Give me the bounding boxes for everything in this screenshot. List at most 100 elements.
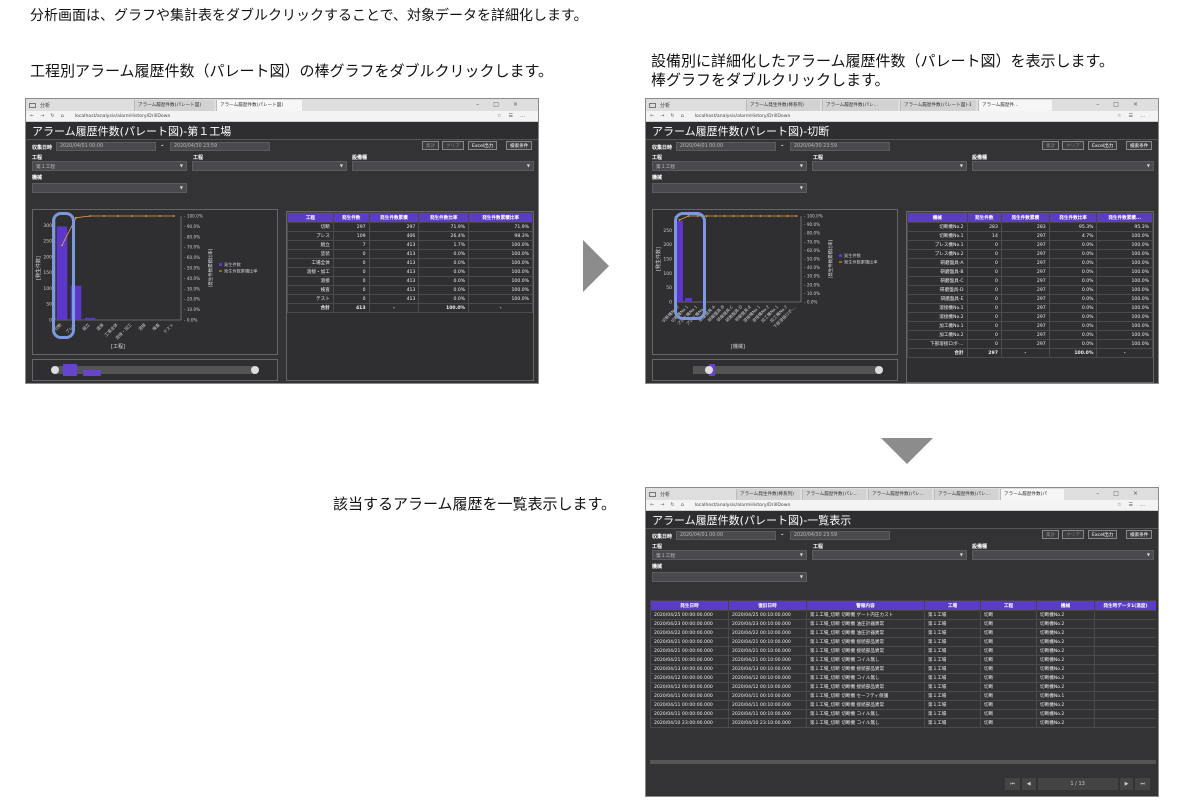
table-row[interactable]: 溶接機No.1 0 297 0.0% 100.0%	[907, 303, 1153, 313]
url-field[interactable]: localhost/analysis/alarmHistory/DrillDow…	[75, 114, 171, 119]
range-navigator-graphic[interactable]	[33, 360, 277, 380]
cumulative-point[interactable]	[117, 215, 119, 217]
table-row[interactable]: 組立 7 413 1.7% 100.0%	[287, 240, 533, 250]
column-header[interactable]: 復旧日時	[728, 600, 807, 611]
cumulative-point[interactable]	[786, 215, 789, 217]
table-row[interactable]: 2020/04/10 23:00:00.000 2020/04/10 23:10:…	[650, 718, 1156, 728]
horizontal-scrollbar[interactable]	[650, 760, 1156, 764]
nav-buttons-icon[interactable]: ←→↻⌂	[30, 113, 70, 119]
browser-tab[interactable]: アラーム発生件数(棒系列)	[746, 100, 820, 111]
aggregate-button[interactable]: 集計	[1042, 530, 1060, 539]
equipment-type-select[interactable]: ▼	[972, 161, 1154, 171]
table-row[interactable]: 塗装 0 413 0.0% 100.0%	[287, 249, 533, 259]
table-row[interactable]: 切断機No.2 283 283 95.3% 95.3%	[907, 222, 1153, 232]
browser-tools-icon[interactable]: ☆☰…	[1117, 502, 1152, 508]
table-row[interactable]: 研磨盤具-B 0 297 0.0% 100.0%	[907, 267, 1153, 277]
column-header[interactable]: 発生件数累積	[368, 212, 420, 223]
table-row[interactable]: 加工機No.1 0 297 0.0% 100.0%	[907, 321, 1153, 331]
table-row[interactable]: 研磨盤具-A 0 297 0.0% 100.0%	[907, 258, 1153, 268]
cumulative-point[interactable]	[131, 215, 133, 217]
table-row[interactable]: 2020/04/22 00:00:00.000 2020/04/22 00:10:…	[650, 628, 1156, 638]
table-row[interactable]: プレス 109 406 26.4% 98.3%	[287, 231, 533, 241]
table-row[interactable]: 2020/04/23 00:00:00.000 2020/04/23 00:10:…	[650, 619, 1156, 629]
process-select[interactable]: 第１工程 ▼	[652, 550, 807, 560]
cumulative-point[interactable]	[714, 215, 717, 217]
window-controls-icon[interactable]: –□×	[1096, 101, 1152, 108]
nav-buttons-icon[interactable]: ←→↻⌂	[650, 502, 690, 508]
browser-tab[interactable]: アラーム履歴件数(パレート図)-1	[900, 100, 976, 111]
window-controls-icon[interactable]: –□×	[476, 101, 532, 108]
table-row[interactable]: 2020/04/11 00:00:00.000 2020/04/11 00:10:…	[650, 700, 1156, 710]
search-button[interactable]: 検索条件	[506, 141, 533, 150]
column-header[interactable]: 発生時データ1(温度)	[1094, 600, 1156, 611]
clear-button[interactable]: クリア	[1062, 141, 1084, 150]
table-row[interactable]: 溶接・加工 0 413 0.0% 100.0%	[287, 267, 533, 277]
cumulative-point[interactable]	[75, 216, 77, 219]
nav-buttons-icon[interactable]: ←→↻⌂	[650, 113, 690, 119]
column-header[interactable]: 警報内容	[806, 600, 925, 611]
browser-tab-active[interactable]: アラーム履歴件数(パレート図)	[216, 100, 302, 111]
excel-button[interactable]: Excel出力	[468, 141, 498, 150]
browser-tab-active[interactable]: アラーム履歴件数(パ	[1000, 489, 1064, 500]
column-header[interactable]: 機械	[907, 212, 968, 223]
date-to-input[interactable]: 2020/04/30 23:59	[170, 142, 270, 151]
range-track[interactable]	[693, 366, 879, 374]
cumulative-point[interactable]	[750, 215, 753, 217]
cumulative-point[interactable]	[173, 215, 175, 217]
table-row[interactable]: 2020/04/12 00:00:00.000 2020/04/12 00:10:…	[650, 682, 1156, 692]
column-header[interactable]: 発生件数累積	[1000, 212, 1050, 223]
date-to-input[interactable]: 2020/04/30 23:59	[790, 142, 890, 151]
clear-button[interactable]: クリア	[442, 141, 464, 150]
table-row[interactable]: 2020/04/21 00:00:00.000 2020/04/21 00:10:…	[650, 646, 1156, 656]
table-row[interactable]: 切断機No.1 14 297 4.7% 100.0%	[907, 231, 1153, 241]
clear-button[interactable]: クリア	[1062, 530, 1084, 539]
table-row[interactable]: 2020/04/11 00:00:00.000 2020/04/11 00:10:…	[650, 691, 1156, 701]
cumulative-point[interactable]	[732, 215, 735, 217]
date-from-input[interactable]: 2020/04/01 00:00	[676, 142, 776, 151]
table-row[interactable]: 工場全体 0 413 0.0% 100.0%	[287, 258, 533, 268]
url-field[interactable]: localhost/analysis/alarmHistory/DrillDow…	[695, 114, 791, 119]
search-button[interactable]: 検索条件	[1126, 141, 1153, 150]
table-row[interactable]: プレス機No.2 0 297 0.0% 100.0%	[907, 249, 1153, 259]
equipment-type-select[interactable]: ▼	[972, 550, 1154, 560]
column-header[interactable]: 発生件数	[332, 212, 370, 223]
browser-tab[interactable]: アラーム発生件数(棒系列)	[736, 489, 800, 500]
alarm-list-table[interactable]: 発生日時 復旧日時 警報内容 工場 工程 機械 発生時データ1(温度) 2020/04/25 …	[650, 600, 1156, 728]
table-row[interactable]: 下部溶接ロボ-... 0 297 0.0% 100.0%	[907, 339, 1153, 349]
table-row[interactable]: プレス機No.1 0 297 0.0% 100.0%	[907, 240, 1153, 250]
table-row[interactable]: 溶接 0 413 0.0% 100.0%	[287, 276, 533, 286]
cumulative-line[interactable]	[61, 215, 174, 246]
table-row[interactable]: 2020/04/13 00:00:00.000 2020/04/13 00:10:…	[650, 664, 1156, 674]
chart-range-navigator[interactable]	[32, 359, 278, 381]
column-header[interactable]: 発生件数比率	[418, 212, 470, 223]
table-row[interactable]: 2020/04/25 00:00:00.000 2020/04/25 00:10:…	[650, 610, 1156, 620]
column-header[interactable]: 工程	[980, 600, 1037, 611]
chart-range-navigator[interactable]	[652, 359, 898, 381]
bar[interactable]	[84, 317, 96, 320]
table-row[interactable]: 研磨盤具-E 0 297 0.0% 100.0%	[907, 294, 1153, 304]
equipment-select[interactable]: ▼	[652, 572, 807, 582]
table-row[interactable]: 2020/04/12 00:00:00.000 2020/04/12 00:10:…	[650, 673, 1156, 683]
table-row[interactable]: 研磨盤具-C 0 297 0.0% 100.0%	[907, 276, 1153, 286]
browser-tools-icon[interactable]: ☆☰…	[497, 113, 532, 119]
table-row[interactable]: テスト 0 413 0.0% 100.0%	[287, 294, 533, 304]
start-tab[interactable]: 分析	[40, 102, 50, 109]
step-select[interactable]: ▼	[812, 550, 967, 560]
excel-button[interactable]: Excel出力	[1088, 530, 1118, 539]
process-select[interactable]: 第１工程 ▼	[32, 161, 187, 171]
table-row[interactable]: 加工機No.2 0 297 0.0% 100.0%	[907, 330, 1153, 340]
column-header[interactable]: 発生件数	[966, 212, 1002, 223]
next-page-button[interactable]: ▶	[1119, 778, 1134, 790]
summary-table[interactable]: 工程 発生件数 発生件数累積 発生件数比率 発生件数累積比率 切断 297 297 71.9% 7…	[287, 212, 533, 313]
cumulative-point[interactable]	[759, 215, 762, 217]
range-handle-right[interactable]	[251, 366, 259, 374]
cumulative-point[interactable]	[103, 215, 105, 217]
step-select[interactable]: ▼	[812, 161, 967, 171]
date-from-input[interactable]: 2020/04/01 00:00	[56, 142, 156, 151]
table-row[interactable]: 検査 0 413 0.0% 100.0%	[287, 285, 533, 295]
summary-table[interactable]: 機械 発生件数 発生件数累積 発生件数比率 発生件数累積... 切断機No.2 283 283…	[907, 212, 1153, 358]
last-page-button[interactable]: ⏭	[1135, 778, 1150, 790]
search-button[interactable]: 検索条件	[1126, 530, 1153, 539]
cumulative-point[interactable]	[795, 215, 798, 217]
range-handle-right[interactable]	[875, 366, 883, 374]
